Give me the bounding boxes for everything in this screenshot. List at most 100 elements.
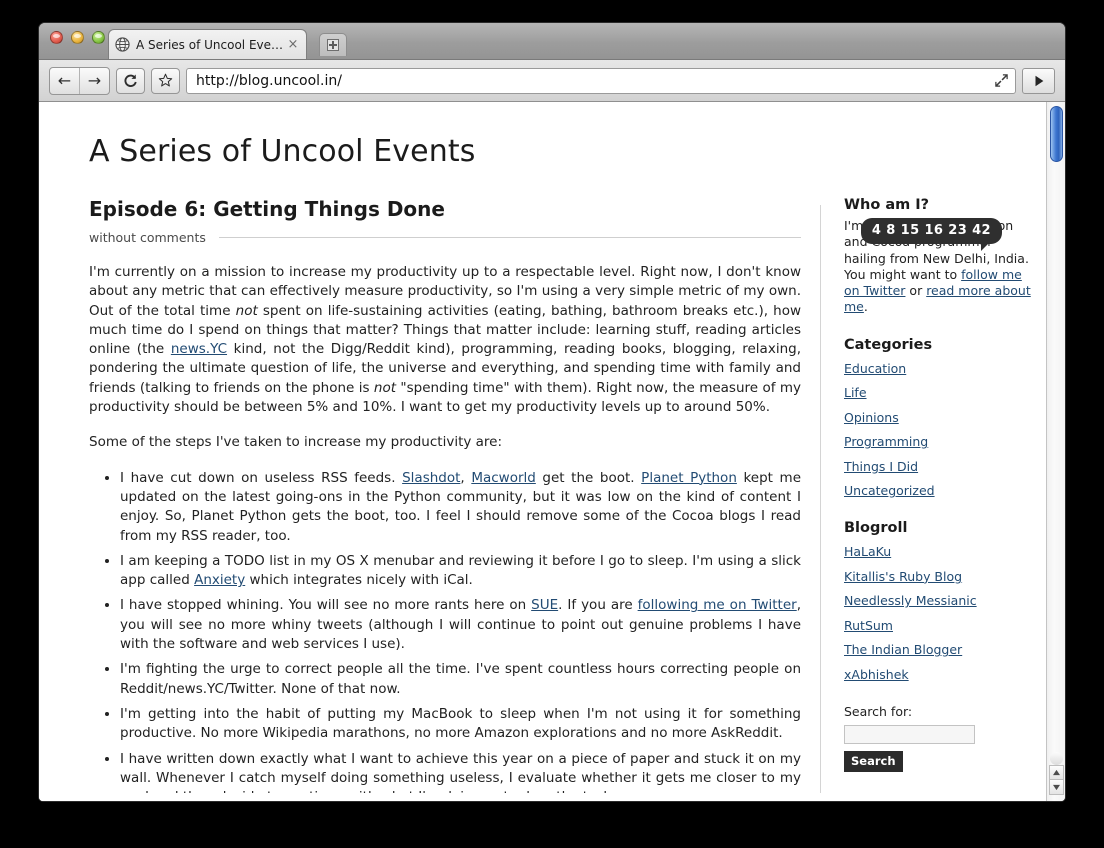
meta-divider <box>218 237 801 238</box>
scrollbar-thumb[interactable] <box>1050 106 1063 162</box>
numbers-badge[interactable]: 4 8 15 16 23 42 <box>860 218 1002 251</box>
search-label: Search for: <box>844 703 913 719</box>
blogroll-link-the-indian-blogger[interactable]: The Indian Blogger <box>844 642 962 657</box>
triangle-up-icon <box>1053 769 1060 776</box>
item3-part-a: I have stopped whining. You will see no … <box>120 597 532 614</box>
url-text: http://blog.uncool.in/ <box>196 72 342 89</box>
who-am-i-heading: Who am I? <box>844 197 930 213</box>
list-item: I'm fighting the urge to correct people … <box>120 660 801 699</box>
para1-emphasis-2: not <box>373 379 396 396</box>
address-bar[interactable]: http://blog.uncool.in/ <box>186 67 1016 94</box>
navigation-buttons: ← → <box>49 66 110 95</box>
category-link-programming[interactable]: Programming <box>844 434 928 449</box>
tab-bar: A Series of Uncool Events × <box>39 23 1065 60</box>
comments-count: without comments <box>89 230 206 245</box>
minimize-window-button[interactable] <box>71 31 84 44</box>
list-item: I have stopped whining. You will see no … <box>120 596 801 654</box>
blogroll-link-needlessly-messianic[interactable]: Needlessly Messianic <box>844 593 977 608</box>
list-item: Life <box>844 382 1034 401</box>
steps-list: I have cut down on useless RSS feeds. Sl… <box>89 469 801 801</box>
planet-python-link[interactable]: Planet Python <box>641 470 737 486</box>
blogroll-heading: Blogroll <box>844 520 908 537</box>
list-item: RutSum <box>844 615 1034 634</box>
macworld-link[interactable]: Macworld <box>471 470 536 486</box>
page-bottom-edge <box>39 793 1048 801</box>
list-item: HaLaKu <box>844 541 1034 560</box>
post-paragraph-2: Some of the steps I've taken to increase… <box>89 434 503 451</box>
list-item: I'm getting into the habit of putting my… <box>120 705 801 744</box>
new-tab-button[interactable] <box>319 33 347 56</box>
who-part-d: . <box>863 299 868 315</box>
item1-part-b: , <box>460 469 472 486</box>
scrollbar-cap <box>1050 752 1063 765</box>
sidebar: Who am I? I'm Ankur Sethi, a Python and … <box>844 197 1034 801</box>
list-item: Uncategorized <box>844 480 1034 499</box>
browser-tab[interactable]: A Series of Uncool Events × <box>108 29 307 59</box>
post-paragraph-1: I'm currently on a mission to increase m… <box>89 263 801 417</box>
browser-toolbar: ← → http://blog.uncool.in/ <box>39 60 1065 102</box>
blogroll-link-xabhishek[interactable]: xAbhishek <box>844 667 909 682</box>
site-title: A Series of Uncool Events <box>89 134 476 169</box>
web-page: A Series of Uncool Events 4 8 15 16 23 4… <box>39 102 1048 801</box>
blogroll-link-halaku[interactable]: HaLaKu <box>844 544 891 559</box>
blogroll-list: HaLaKu Kitallis's Ruby Blog Needlessly M… <box>844 541 1034 683</box>
play-triangle-icon <box>1035 75 1043 86</box>
scroll-down-button[interactable] <box>1049 780 1064 795</box>
column-divider <box>820 205 821 801</box>
category-link-education[interactable]: Education <box>844 361 906 376</box>
scrollbar-arrows <box>1049 765 1064 795</box>
slashdot-link[interactable]: Slashdot <box>402 470 460 486</box>
anxiety-link[interactable]: Anxiety <box>194 572 245 588</box>
scroll-up-button[interactable] <box>1049 765 1064 780</box>
item2-part-b: which integrates nicely with iCal. <box>245 572 473 589</box>
twitter-follow-link[interactable]: following me on Twitter <box>638 597 797 613</box>
forward-button[interactable]: → <box>79 67 109 94</box>
list-item: xAbhishek <box>844 664 1034 683</box>
back-button[interactable]: ← <box>50 68 79 94</box>
search-button[interactable]: Search <box>844 751 903 773</box>
list-item: Needlessly Messianic <box>844 590 1034 609</box>
main-content: Episode 6: Getting Things Done without c… <box>89 197 801 801</box>
list-item: Things I Did <box>844 456 1034 475</box>
who-part-c: or <box>905 283 927 299</box>
reload-button[interactable] <box>116 67 145 94</box>
globe-icon <box>115 37 130 52</box>
list-item: Education <box>844 358 1034 377</box>
blogroll-link-rutsum[interactable]: RutSum <box>844 618 893 633</box>
close-tab-icon[interactable]: × <box>286 38 300 52</box>
search-input[interactable] <box>844 725 975 745</box>
newsyc-link[interactable]: news.YC <box>171 341 227 357</box>
resize-icon[interactable] <box>994 73 1009 88</box>
blogroll-link-kitallis[interactable]: Kitallis's Ruby Blog <box>844 569 962 584</box>
reload-icon <box>124 74 137 87</box>
categories-list: Education Life Opinions Programming Thin… <box>844 358 1034 500</box>
categories-heading: Categories <box>844 336 933 353</box>
page-viewport: A Series of Uncool Events 4 8 15 16 23 4… <box>39 102 1065 801</box>
category-link-uncategorized[interactable]: Uncategorized <box>844 483 935 498</box>
page-columns: Episode 6: Getting Things Done without c… <box>39 197 1048 801</box>
list-item: I have cut down on useless RSS feeds. Sl… <box>120 469 801 546</box>
zoom-window-button[interactable] <box>92 31 105 44</box>
list-item: The Indian Blogger <box>844 639 1034 658</box>
triangle-down-icon <box>1053 784 1060 790</box>
go-button[interactable] <box>1022 67 1055 94</box>
close-window-button[interactable] <box>50 31 63 44</box>
browser-window: A Series of Uncool Events × ← → http://b… <box>38 22 1066 802</box>
bookmark-button[interactable] <box>151 67 180 94</box>
category-link-things-i-did[interactable]: Things I Did <box>844 459 918 474</box>
plus-icon <box>327 39 339 51</box>
post-title: Episode 6: Getting Things Done <box>89 197 445 221</box>
list-item: I am keeping a TODO list in my OS X menu… <box>120 552 801 591</box>
category-link-life[interactable]: Life <box>844 385 867 400</box>
star-icon <box>158 73 173 87</box>
para1-emphasis-1: not <box>235 302 258 319</box>
vertical-scrollbar[interactable] <box>1046 102 1065 801</box>
window-controls <box>50 31 105 44</box>
post-meta: without comments <box>89 230 801 245</box>
category-link-opinions[interactable]: Opinions <box>844 410 899 425</box>
list-item: Programming <box>844 431 1034 450</box>
sue-link[interactable]: SUE <box>531 597 558 613</box>
list-item: Opinions <box>844 407 1034 426</box>
item3-part-b: . If you are <box>558 597 638 614</box>
list-item: Kitallis's Ruby Blog <box>844 566 1034 585</box>
